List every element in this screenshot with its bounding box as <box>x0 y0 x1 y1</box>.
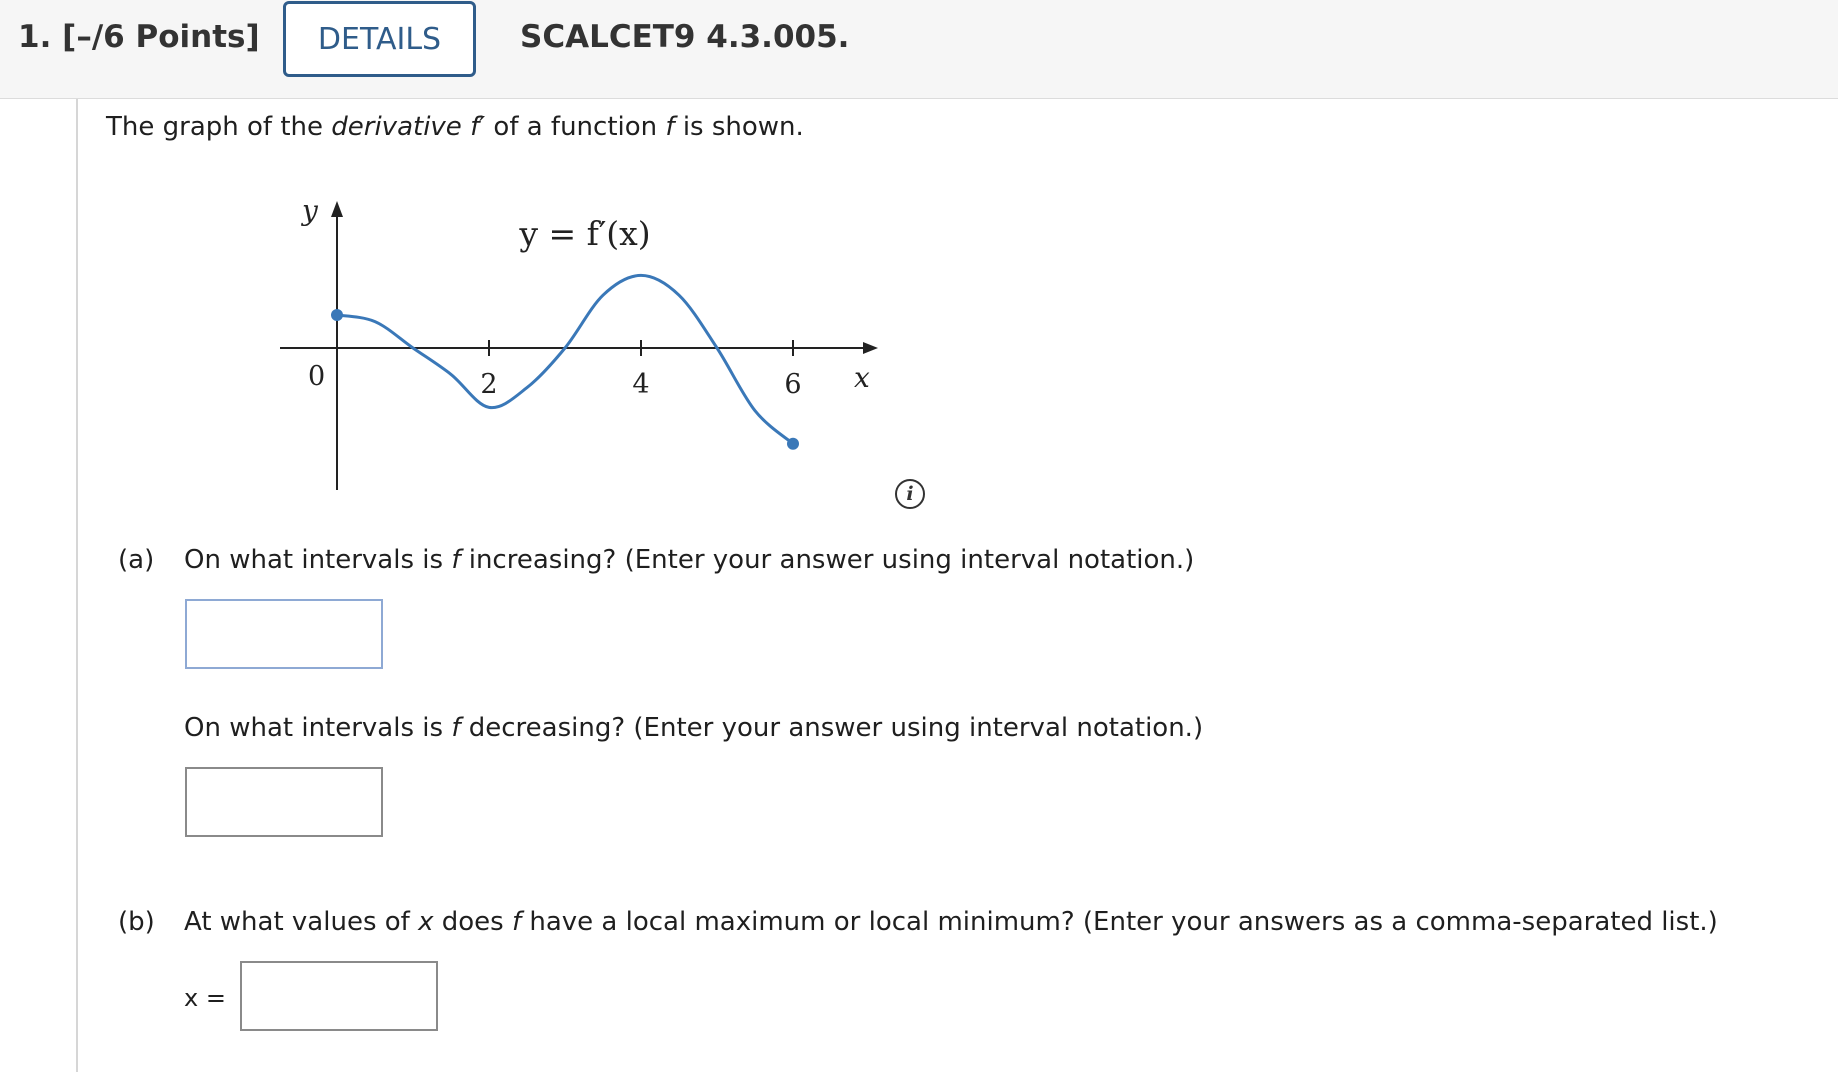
curve-label: y = f′(x) <box>518 214 650 253</box>
series-line-fprime <box>336 273 794 445</box>
y-axis-arrow <box>331 201 343 217</box>
x-tick-label-2: 2 <box>480 369 497 400</box>
details-button[interactable]: DETAILS <box>283 1 476 77</box>
intro-derivative: derivative <box>331 112 462 142</box>
part-a-q1-suffix: increasing? (Enter your answer using int… <box>460 545 1195 575</box>
points-label: [–/6 Points] <box>62 19 260 55</box>
part-b-q-prefix: At what values of <box>184 907 419 937</box>
intro-fprime: f′ <box>461 112 486 142</box>
increasing-intervals-input[interactable] <box>185 599 383 669</box>
part-a-question-decreasing: On what intervals is f decreasing? (Ente… <box>184 713 1203 743</box>
y-axis-label: y <box>300 194 319 227</box>
part-b-q-x: x <box>418 907 434 937</box>
x-tick-label-4: 4 <box>632 369 649 400</box>
part-b-question: At what values of x does f have a local … <box>184 907 1718 937</box>
intro-f: f <box>665 112 675 142</box>
question-number: 1. <box>18 19 52 55</box>
question-page: 1. [–/6 Points] DETAILS SCALCET9 4.3.005… <box>0 0 1838 1072</box>
question-header: 1. [–/6 Points] DETAILS SCALCET9 4.3.005… <box>0 0 1838 99</box>
x-axis-label: x <box>854 361 870 394</box>
part-a-q1-prefix: On what intervals is <box>184 545 452 575</box>
decreasing-intervals-input[interactable] <box>185 767 383 837</box>
intro-suffix: is shown. <box>674 112 804 142</box>
info-icon[interactable]: i <box>895 479 925 509</box>
start-point <box>331 309 343 321</box>
x-axis-arrow <box>863 342 878 354</box>
intro-middle: of a function <box>485 112 666 142</box>
local-extrema-input[interactable] <box>240 961 438 1031</box>
intro-prefix: The graph of the <box>106 112 332 142</box>
assignment-code: SCALCET9 4.3.005. <box>520 19 850 55</box>
left-divider <box>76 99 78 1072</box>
derivative-graph: 2 4 6 y x 0 y = f′(x) <box>280 194 878 490</box>
part-a-label: (a) <box>118 545 155 575</box>
part-b-label: (b) <box>118 907 155 937</box>
x-tick-label-6: 6 <box>784 369 801 400</box>
part-a-q2-suffix: decreasing? (Enter your answer using int… <box>460 713 1204 743</box>
part-b-q-f: f <box>511 907 522 937</box>
end-point <box>787 437 799 450</box>
question-points: 1. [–/6 Points] <box>18 19 260 55</box>
question-intro: The graph of the derivative f′ of a func… <box>106 112 804 142</box>
part-a-question-increasing: On what intervals is f increasing? (Ente… <box>184 545 1194 575</box>
x-equals-label: x = <box>184 984 226 1012</box>
part-a-q2-prefix: On what intervals is <box>184 713 452 743</box>
origin-label: 0 <box>308 361 325 392</box>
part-b-q-middle: does <box>433 907 512 937</box>
part-b-q-suffix: have a local maximum or local minimum? (… <box>521 907 1718 937</box>
